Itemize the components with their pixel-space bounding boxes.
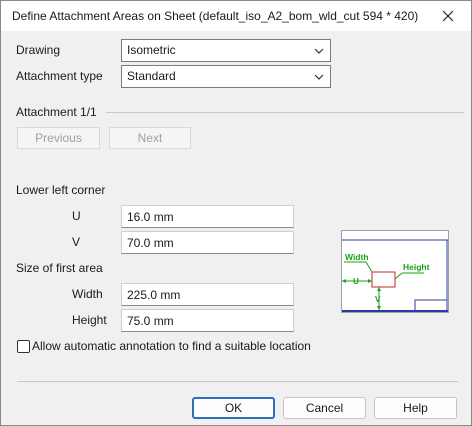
width-label: Width <box>72 287 103 301</box>
chevron-down-icon <box>314 74 324 80</box>
diagram-height-label: Height <box>403 262 430 272</box>
attachment-diagram: Width Height U V <box>341 230 449 313</box>
lower-left-corner-label: Lower left corner <box>16 183 106 197</box>
u-input[interactable]: 16.0 mm <box>121 205 294 228</box>
dialog-window: Define Attachment Areas on Sheet (defaul… <box>0 0 472 426</box>
footer-divider <box>17 381 458 382</box>
diagram-u-label: U <box>353 277 359 286</box>
attachment-section-label: Attachment 1/1 <box>16 105 97 119</box>
v-input[interactable]: 70.0 mm <box>121 231 294 254</box>
drawing-select-value: Isometric <box>127 43 176 57</box>
area-rect <box>371 271 396 288</box>
auto-annotation-label: Allow automatic annotation to find a sui… <box>32 339 311 353</box>
width-input[interactable]: 225.0 mm <box>121 283 294 306</box>
v-input-value: 70.0 mm <box>127 236 174 250</box>
close-icon <box>442 10 454 22</box>
close-button[interactable] <box>425 1 471 31</box>
ok-button[interactable]: OK <box>192 397 275 419</box>
attachment-diagram-graphic: Width Height U V <box>342 239 448 313</box>
cancel-button[interactable]: Cancel <box>283 397 366 419</box>
attachment-type-select-value: Standard <box>127 69 176 83</box>
diagram-v-label: V <box>375 295 381 304</box>
auto-annotation-checkbox[interactable] <box>17 340 30 353</box>
section-divider <box>106 112 464 113</box>
next-button[interactable]: Next <box>109 127 191 149</box>
height-input[interactable]: 75.0 mm <box>121 309 294 332</box>
attachment-type-label: Attachment type <box>16 69 103 83</box>
title-bar: Define Attachment Areas on Sheet (defaul… <box>1 1 471 31</box>
first-area-label: Size of first area <box>16 261 103 275</box>
height-input-value: 75.0 mm <box>127 314 174 328</box>
drawing-label: Drawing <box>16 43 61 57</box>
help-button[interactable]: Help <box>374 397 457 419</box>
u-label: U <box>72 209 81 223</box>
attachment-type-select[interactable]: Standard <box>121 65 331 88</box>
v-label: V <box>72 235 81 249</box>
chevron-down-icon <box>314 48 324 54</box>
height-label: Height <box>72 313 107 327</box>
width-input-value: 225.0 mm <box>127 288 181 302</box>
drawing-select[interactable]: Isometric <box>121 39 331 62</box>
previous-button[interactable]: Previous <box>17 127 100 149</box>
u-input-value: 16.0 mm <box>127 210 174 224</box>
diagram-width-label: Width <box>345 252 369 262</box>
window-title: Define Attachment Areas on Sheet (defaul… <box>12 9 419 23</box>
